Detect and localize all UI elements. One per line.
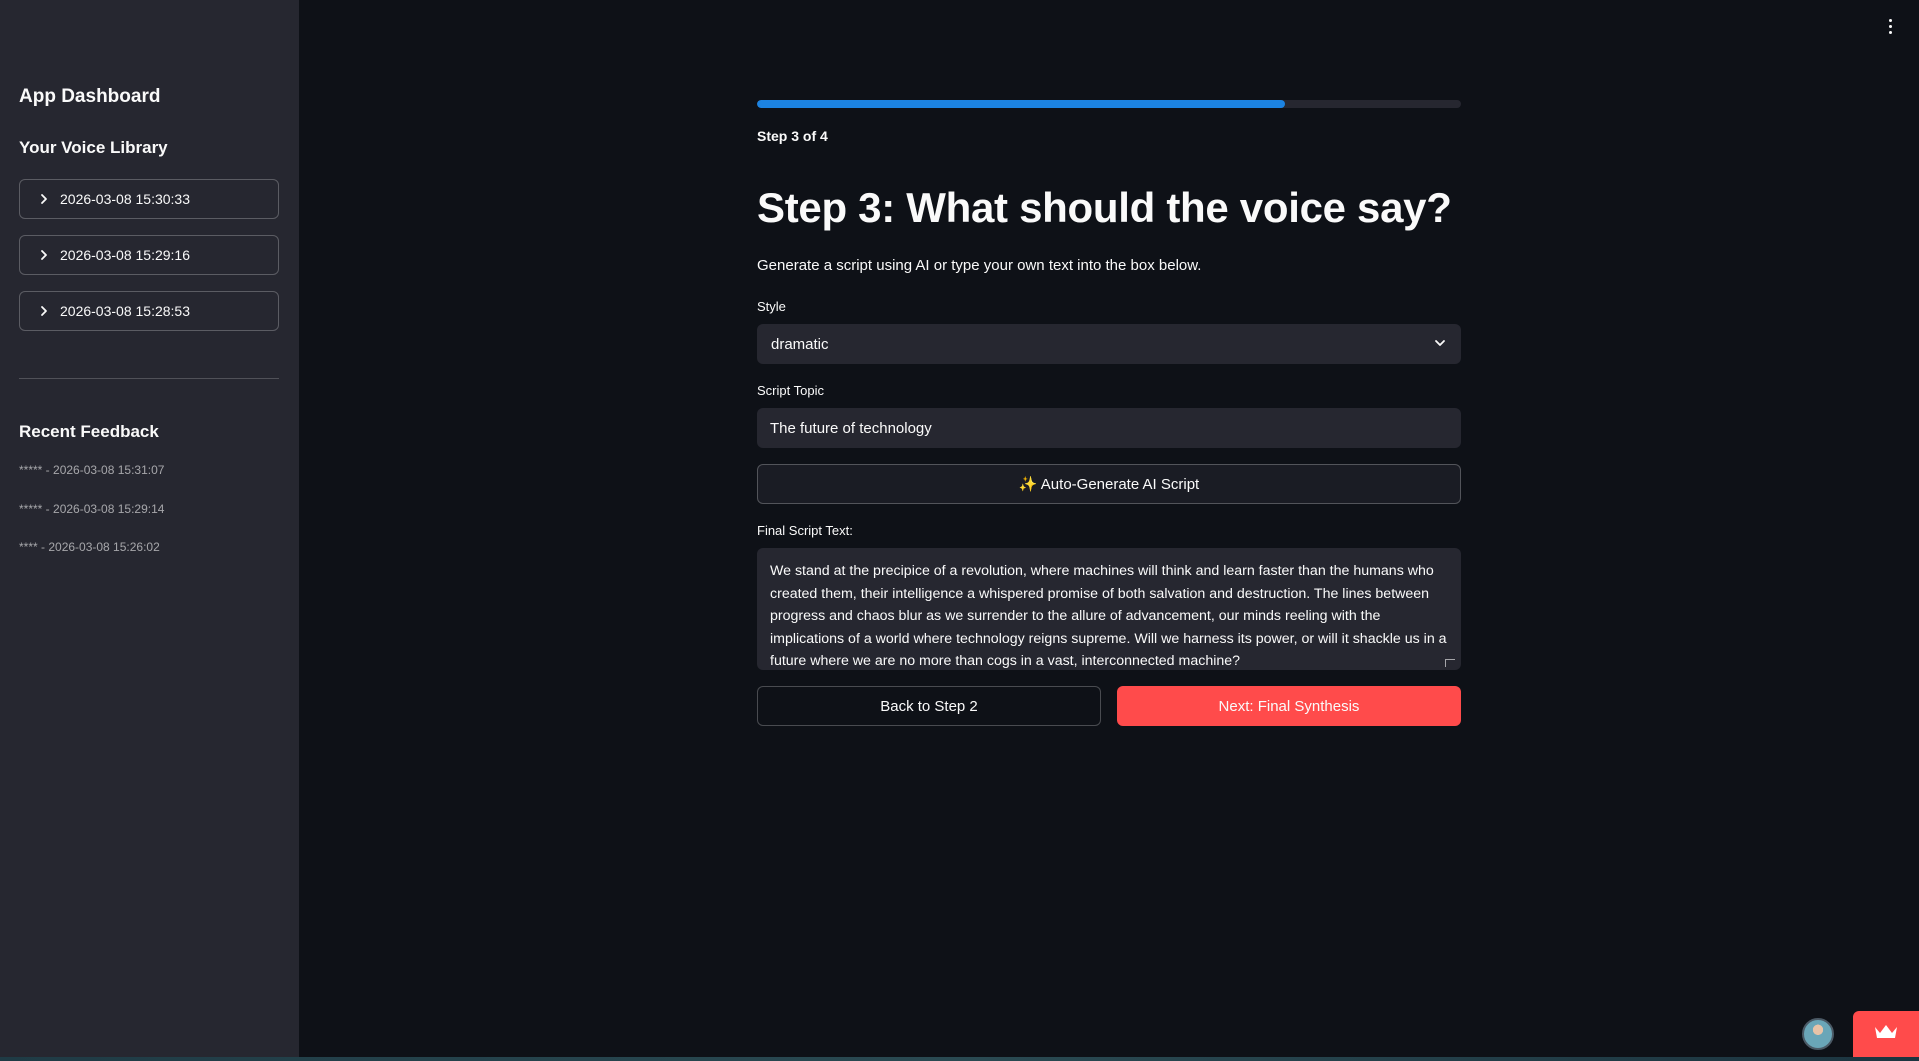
voice-library-heading: Your Voice Library bbox=[19, 138, 168, 157]
chevron-right-icon bbox=[34, 249, 54, 261]
recent-feedback-heading: Recent Feedback bbox=[19, 422, 159, 441]
feedback-item: ***** - 2026-03-08 15:31:07 bbox=[19, 463, 165, 477]
feedback-item: ***** - 2026-03-08 15:29:14 bbox=[19, 502, 165, 516]
sidebar: App Dashboard Your Voice Library 2026-03… bbox=[0, 0, 299, 1061]
final-script-textarea[interactable]: We stand at the precipice of a revolutio… bbox=[757, 548, 1461, 670]
sidebar-divider bbox=[19, 378, 279, 379]
voice-library-item[interactable]: 2026-03-08 15:30:33 bbox=[19, 179, 279, 219]
crown-badge[interactable] bbox=[1853, 1011, 1919, 1057]
page-subtitle: Generate a script using AI or type your … bbox=[757, 257, 1202, 274]
style-select[interactable]: dramatic bbox=[757, 324, 1461, 364]
voice-library-item-label: 2026-03-08 15:29:16 bbox=[60, 247, 190, 263]
auto-generate-button[interactable]: ✨ Auto-Generate AI Script bbox=[757, 464, 1461, 504]
voice-library-item[interactable]: 2026-03-08 15:29:16 bbox=[19, 235, 279, 275]
voice-library-item-label: 2026-03-08 15:30:33 bbox=[60, 191, 190, 207]
page-title: Step 3: What should the voice say? bbox=[757, 184, 1452, 231]
style-select-value: dramatic bbox=[771, 335, 829, 353]
user-avatar[interactable] bbox=[1802, 1018, 1834, 1050]
script-topic-input[interactable]: The future of technology bbox=[757, 408, 1461, 448]
feedback-item: **** - 2026-03-08 15:26:02 bbox=[19, 540, 160, 554]
voice-library-item[interactable]: 2026-03-08 15:28:53 bbox=[19, 291, 279, 331]
chevron-down-icon bbox=[1433, 336, 1447, 354]
final-script-text: We stand at the precipice of a revolutio… bbox=[770, 563, 1447, 669]
resize-handle-icon[interactable] bbox=[1445, 659, 1455, 667]
progress-bar-fill bbox=[757, 100, 1285, 108]
script-topic-label: Script Topic bbox=[757, 383, 824, 398]
style-label: Style bbox=[757, 299, 786, 314]
final-script-label: Final Script Text: bbox=[757, 523, 853, 538]
next-button[interactable]: Next: Final Synthesis bbox=[1117, 686, 1461, 726]
chevron-right-icon bbox=[34, 193, 54, 205]
progress-bar bbox=[757, 100, 1461, 108]
crown-icon bbox=[1873, 1023, 1899, 1046]
back-button[interactable]: Back to Step 2 bbox=[757, 686, 1101, 726]
chevron-right-icon bbox=[34, 305, 54, 317]
sidebar-title: App Dashboard bbox=[19, 86, 161, 107]
step-indicator: Step 3 of 4 bbox=[757, 128, 828, 144]
bottom-strip bbox=[0, 1057, 1919, 1061]
voice-library-item-label: 2026-03-08 15:28:53 bbox=[60, 303, 190, 319]
kebab-menu-icon[interactable] bbox=[1879, 14, 1901, 38]
